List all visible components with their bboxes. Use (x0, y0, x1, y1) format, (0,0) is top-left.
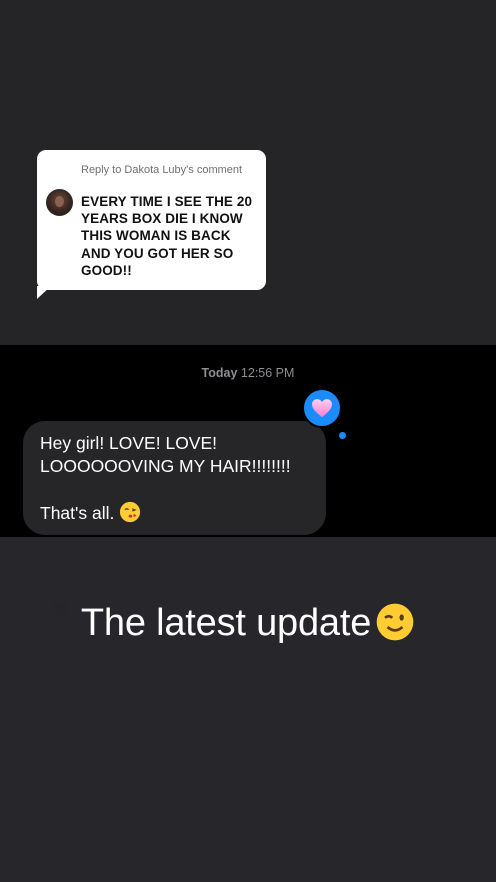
reply-header: Reply to Dakota Luby's comment (81, 164, 243, 176)
chat-screenshot: Today 12:56 PM Hey girl! LOVE! LOVE! LOO… (0, 345, 496, 615)
reply-comment-card[interactable]: Reply to Dakota Luby's comment EVERY TIM… (37, 150, 266, 290)
timestamp-day: Today (201, 366, 238, 380)
comment-text: EVERY TIME I SEE THE 20 YEARS BOX DIE I … (81, 194, 253, 278)
heart-reaction-badge[interactable] (302, 388, 342, 428)
reaction-tail-dot (339, 432, 346, 439)
message-text: Hey girl! LOVE! LOVE! LOOOOOOVING MY HAI… (40, 433, 291, 523)
reply-card-tail (37, 286, 51, 299)
caption-text: The latest update (80, 602, 372, 644)
commenter-avatar (46, 189, 73, 216)
timestamp-time: 12:56 PM (240, 366, 295, 380)
kissing-heart-emoji-icon (120, 501, 141, 523)
heart-icon (312, 399, 332, 418)
winking-face-emoji-icon (376, 603, 414, 641)
message-timestamp: Today 12:56 PM (0, 366, 496, 380)
message-body: Hey girl! LOVE! LOVE! LOOOOOOVING MY HAI… (40, 432, 320, 525)
message-bubble[interactable]: Hey girl! LOVE! LOVE! LOOOOOOVING MY HAI… (23, 421, 326, 615)
caption: The latest update (0, 597, 496, 649)
